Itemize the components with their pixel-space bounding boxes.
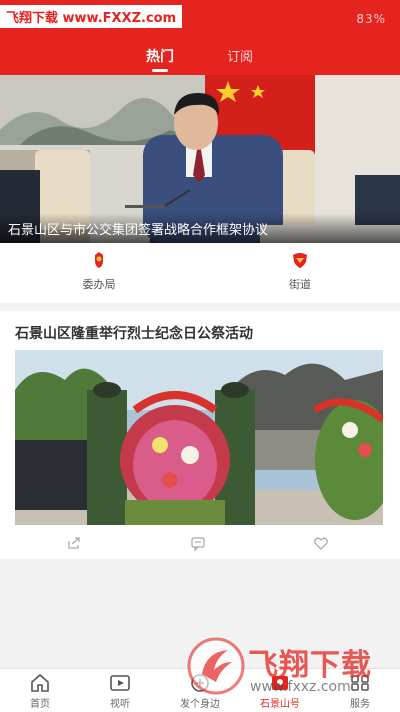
nav-home-label: 首页 bbox=[30, 699, 50, 710]
home-icon bbox=[31, 673, 49, 692]
nav-video[interactable]: 视听 bbox=[90, 673, 150, 710]
banner-carousel[interactable]: 石景山区与市公交集团签署战略合作框架协议 bbox=[0, 75, 400, 243]
news-card-image[interactable] bbox=[15, 350, 383, 525]
shortcut-streets-label: 街道 bbox=[289, 278, 311, 291]
nav-home[interactable]: 首页 bbox=[10, 673, 70, 710]
tab-hot[interactable]: 热门 bbox=[146, 46, 174, 66]
like-icon[interactable] bbox=[313, 535, 329, 551]
watermark-brand: 飞翔下载 bbox=[248, 648, 372, 683]
news-card-actions bbox=[0, 533, 400, 555]
badge-icon bbox=[95, 252, 103, 268]
tab-subscribe[interactable]: 订阅 bbox=[227, 46, 253, 65]
nav-video-label: 视听 bbox=[110, 699, 130, 710]
shortcut-bar: 委办局 街道 bbox=[0, 243, 400, 303]
shortcut-streets[interactable]: 街道 bbox=[260, 251, 340, 292]
watermark-logo-icon bbox=[187, 637, 245, 695]
video-icon bbox=[110, 675, 130, 691]
share-icon[interactable] bbox=[66, 535, 82, 551]
comment-icon[interactable] bbox=[190, 535, 206, 551]
news-card[interactable]: 石景山区隆重举行烈士纪念日公祭活动 bbox=[0, 311, 400, 559]
banner-caption[interactable]: 石景山区与市公交集团签署战略合作框架协议 bbox=[0, 213, 400, 243]
header-bar: 飞翔下载 www.FXXZ.com 83% 热门 订阅 bbox=[0, 0, 400, 75]
status-battery-text: 83% bbox=[356, 12, 386, 26]
status-bar: 83% bbox=[356, 12, 386, 26]
watermark-banner: 飞翔下载 www.FXXZ.com bbox=[0, 5, 183, 28]
nav-service-label: 服务 bbox=[350, 699, 370, 710]
nav-post-label: 发个身边 bbox=[180, 699, 220, 710]
news-card-title[interactable]: 石景山区隆重举行烈士纪念日公祭活动 bbox=[15, 323, 253, 343]
nav-account-label: 石景山号 bbox=[260, 699, 300, 710]
news-photo bbox=[15, 350, 383, 525]
emblem-icon bbox=[293, 253, 307, 268]
watermark-url: www.fxxz.com bbox=[250, 679, 351, 695]
shortcut-bureaus[interactable]: 委办局 bbox=[59, 251, 139, 292]
top-tabs: 热门 订阅 bbox=[0, 42, 400, 72]
shortcut-bureaus-label: 委办局 bbox=[82, 278, 116, 291]
tab-active-indicator bbox=[152, 69, 168, 72]
